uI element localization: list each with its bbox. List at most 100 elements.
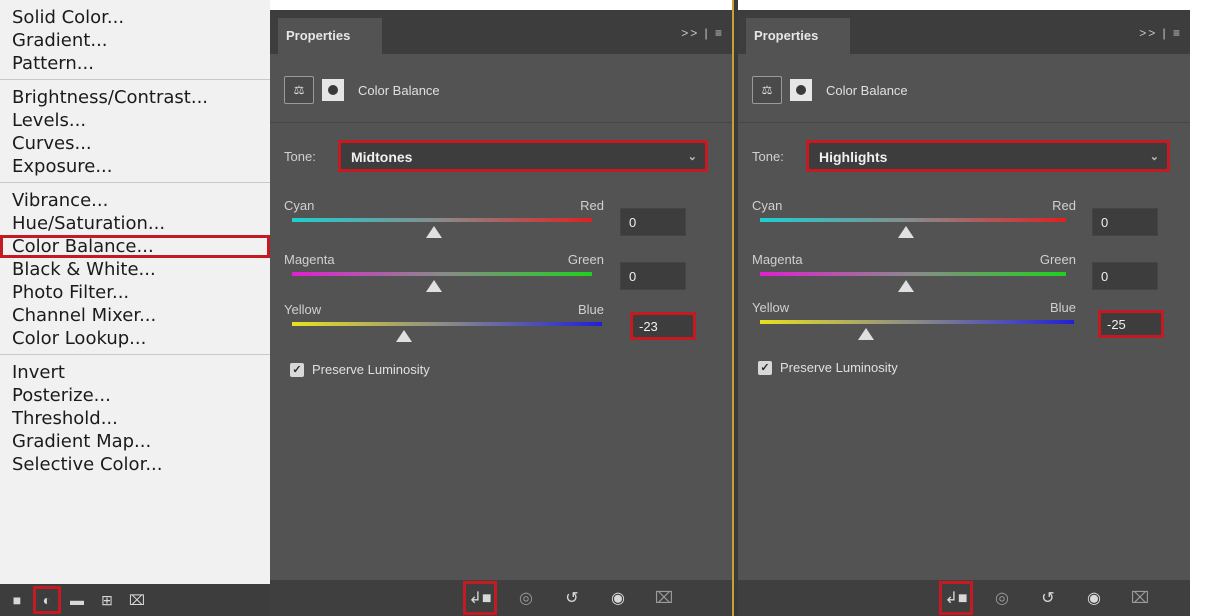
checkbox-checked-icon[interactable]: ✓	[290, 362, 304, 377]
visibility-eye-icon[interactable]: ◉	[604, 584, 632, 612]
checkbox-checked-icon[interactable]: ✓	[758, 360, 772, 375]
cyan-red-slider[interactable]: Cyan Red 0	[284, 198, 704, 246]
menu-item[interactable]: Curves...	[0, 132, 270, 155]
menu-item[interactable]: Color Balance...	[0, 235, 270, 258]
menu-item[interactable]: Threshold...	[0, 407, 270, 430]
menu-item[interactable]: Pattern...	[0, 52, 270, 75]
tone-dropdown[interactable]: Highlights ⌄	[806, 140, 1170, 172]
header-separator	[270, 122, 732, 123]
menu-group: Brightness/Contrast... Levels... Curves...…	[0, 80, 270, 183]
preserve-luminosity-label: Preserve Luminosity	[780, 360, 898, 375]
view-previous-state-icon[interactable]: ◎	[512, 584, 540, 612]
slider-thumb[interactable]	[396, 330, 412, 342]
value-input[interactable]: 0	[1092, 208, 1158, 236]
menu-item[interactable]: Black & White...	[0, 258, 270, 281]
tone-dropdown[interactable]: Midtones ⌄	[338, 140, 708, 172]
properties-panel-midtones: Properties >> | ≡ ⚖ Color Balance Tone: …	[270, 10, 732, 616]
properties-tab[interactable]: Properties	[746, 18, 850, 54]
slider-track[interactable]	[292, 322, 602, 326]
color-balance-icon: ⚖	[284, 76, 314, 104]
tone-row: Tone: Midtones ⌄	[284, 140, 708, 172]
properties-header: ⚖ Color Balance	[284, 76, 440, 104]
value-input[interactable]: 0	[1092, 262, 1158, 290]
slider-track[interactable]	[760, 272, 1066, 276]
slider-label-right: Red	[1052, 198, 1076, 213]
yellow-blue-slider[interactable]: Yellow Blue -23	[284, 302, 704, 350]
menu-item[interactable]: Posterize...	[0, 384, 270, 407]
adjustment-menu-list: Solid Color... Gradient... Pattern... Brigh…	[0, 0, 270, 480]
header-separator	[738, 122, 1190, 123]
menu-item[interactable]: Brightness/Contrast...	[0, 86, 270, 109]
adjustment-title: Color Balance	[826, 82, 908, 98]
trash-icon[interactable]: ⌧	[650, 584, 678, 612]
tone-value: Highlights	[819, 149, 888, 165]
trash-icon[interactable]: ⌧	[1126, 584, 1154, 612]
slider-label-left: Magenta	[284, 252, 335, 267]
value-input[interactable]: -25	[1098, 310, 1164, 338]
menu-item[interactable]: Solid Color...	[0, 6, 270, 29]
menu-group: Invert Posterize... Threshold... Gradient M…	[0, 355, 270, 480]
slider-label-right: Green	[567, 252, 604, 267]
slider-thumb[interactable]	[426, 280, 442, 292]
reset-icon[interactable]: ↺	[1034, 584, 1062, 612]
adjustment-layer-icon[interactable]: ◐	[33, 586, 61, 614]
panel-menu-icon[interactable]: >> | ≡	[681, 26, 724, 40]
menu-item[interactable]: Selective Color...	[0, 453, 270, 476]
tone-value: Midtones	[351, 149, 413, 165]
mask-icon[interactable]	[790, 79, 812, 101]
menu-item[interactable]: Exposure...	[0, 155, 270, 178]
adjustment-menu: Solid Color... Gradient... Pattern... Brigh…	[0, 0, 270, 616]
yellow-blue-slider[interactable]: Yellow Blue -25	[752, 300, 1172, 348]
panel-menu-icon[interactable]: >> | ≡	[1139, 26, 1182, 40]
properties-panel-highlights: Properties >> | ≡ ⚖ Color Balance Tone: …	[738, 10, 1190, 616]
trash-icon[interactable]: ⌧	[126, 589, 148, 611]
slider-thumb[interactable]	[858, 328, 874, 340]
clip-to-layer-icon[interactable]: ↲■	[463, 581, 497, 615]
value-input[interactable]: 0	[620, 262, 686, 290]
slider-track[interactable]	[760, 218, 1066, 222]
menu-item[interactable]: Hue/Saturation...	[0, 212, 270, 235]
visibility-eye-icon[interactable]: ◉	[1080, 584, 1108, 612]
menu-item[interactable]: Levels...	[0, 109, 270, 132]
menu-item[interactable]: Vibrance...	[0, 189, 270, 212]
tone-row: Tone: Highlights ⌄	[752, 140, 1170, 172]
magenta-green-slider[interactable]: Magenta Green 0	[752, 252, 1172, 300]
mask-icon[interactable]	[322, 79, 344, 101]
panel-footer-toolbar: ↲■ ◎ ↺ ◉ ⌧	[270, 580, 732, 616]
clip-to-layer-icon[interactable]: ↲■	[939, 581, 973, 615]
slider-label-right: Red	[580, 198, 604, 213]
reset-icon[interactable]: ↺	[558, 584, 586, 612]
slider-thumb[interactable]	[898, 280, 914, 292]
cyan-red-slider[interactable]: Cyan Red 0	[752, 198, 1172, 246]
slider-track[interactable]	[292, 272, 592, 276]
view-previous-state-icon[interactable]: ◎	[988, 584, 1016, 612]
new-layer-icon[interactable]: ⊞	[96, 589, 118, 611]
preserve-luminosity-option[interactable]: ✓ Preserve Luminosity	[290, 362, 430, 377]
layer-mask-icon[interactable]: ■	[6, 589, 28, 611]
panel-tabbar: Properties >> | ≡	[270, 10, 732, 54]
preserve-luminosity-option[interactable]: ✓ Preserve Luminosity	[758, 360, 898, 375]
tone-label: Tone:	[752, 148, 784, 164]
layers-footer-toolbar: ■ ◐ ▬ ⊞ ⌧	[0, 584, 270, 616]
color-balance-icon: ⚖	[752, 76, 782, 104]
slider-thumb[interactable]	[426, 226, 442, 238]
properties-tab[interactable]: Properties	[278, 18, 382, 54]
slider-label-right: Blue	[1049, 300, 1076, 315]
value-input[interactable]: -23	[630, 312, 696, 340]
menu-item[interactable]: Photo Filter...	[0, 281, 270, 304]
panel-footer-toolbar: ↲■ ◎ ↺ ◉ ⌧	[738, 580, 1190, 616]
menu-group: Vibrance... Hue/Saturation... Color Balanc…	[0, 183, 270, 355]
slider-thumb[interactable]	[898, 226, 914, 238]
menu-item[interactable]: Gradient...	[0, 29, 270, 52]
slider-track[interactable]	[760, 320, 1074, 324]
value-input[interactable]: 0	[620, 208, 686, 236]
menu-item[interactable]: Gradient Map...	[0, 430, 270, 453]
magenta-green-slider[interactable]: Magenta Green 0	[284, 252, 704, 300]
slider-track[interactable]	[292, 218, 592, 222]
folder-icon[interactable]: ▬	[66, 589, 88, 611]
tone-label: Tone:	[284, 148, 316, 164]
menu-item[interactable]: Invert	[0, 361, 270, 384]
slider-label-left: Yellow	[752, 300, 790, 315]
menu-item[interactable]: Color Lookup...	[0, 327, 270, 350]
menu-item[interactable]: Channel Mixer...	[0, 304, 270, 327]
